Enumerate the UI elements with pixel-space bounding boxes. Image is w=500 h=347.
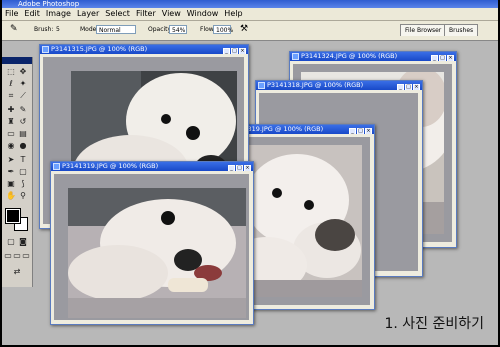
move-tool-icon[interactable]: ✥: [18, 67, 28, 76]
crop-tool-icon[interactable]: ⌗: [6, 91, 16, 100]
foreground-color-swatch[interactable]: [5, 208, 21, 224]
opacity-field[interactable]: 54%: [169, 25, 187, 34]
options-bar: ✎ Brush: 5 Mode: Normal Opacity: 54% Flo…: [2, 21, 498, 41]
toolbox-title-bar: [2, 57, 32, 64]
stamp-tool-icon[interactable]: ♜: [6, 117, 16, 126]
menu-select[interactable]: Select: [102, 8, 133, 20]
notes-tool-icon[interactable]: ▣: [6, 179, 16, 188]
zoom-tool-icon[interactable]: ⚲: [18, 191, 28, 200]
close-icon[interactable]: ×: [447, 55, 454, 61]
maximize-icon[interactable]: □: [439, 55, 446, 61]
close-icon[interactable]: ×: [413, 84, 420, 90]
document-icon: [42, 46, 49, 53]
menu-file[interactable]: File: [2, 8, 21, 20]
minimize-icon[interactable]: _: [431, 55, 438, 61]
document-window-5[interactable]: P3141319.JPG @ 100% (RGB) _ □ ×: [50, 161, 254, 325]
tab-file-browser[interactable]: File Browser: [400, 24, 447, 36]
document-icon: [53, 163, 60, 170]
screen-mode-2-icon[interactable]: ▭: [13, 251, 21, 260]
imageready-icon[interactable]: ⇄: [12, 267, 22, 276]
quickmask-mode-icon[interactable]: ◙: [18, 237, 28, 246]
minimize-icon[interactable]: _: [228, 165, 235, 171]
app-title-bar: Adobe Photoshop: [2, 0, 498, 8]
marquee-tool-icon[interactable]: ⬚: [6, 67, 16, 76]
minimize-icon[interactable]: _: [349, 128, 356, 134]
tutorial-caption: 1. 사진 준비하기: [384, 316, 484, 332]
menu-view[interactable]: View: [159, 8, 184, 20]
shape-tool-icon[interactable]: ▢: [18, 167, 28, 176]
window-title-bar[interactable]: P3141315.JPG @ 100% (RGB) _ □ ×: [40, 45, 248, 54]
maximize-icon[interactable]: □: [231, 48, 238, 54]
menu-image[interactable]: Image: [43, 8, 74, 20]
magic-wand-icon[interactable]: ✦: [18, 79, 28, 88]
history-brush-icon[interactable]: ↺: [18, 117, 28, 126]
gradient-tool-icon[interactable]: ▤: [18, 129, 28, 138]
dodge-tool-icon[interactable]: ●: [18, 141, 28, 150]
close-icon[interactable]: ×: [365, 128, 372, 134]
menu-layer[interactable]: Layer: [74, 8, 102, 20]
close-icon[interactable]: ×: [239, 48, 246, 54]
hand-tool-icon[interactable]: ✋: [6, 191, 16, 200]
window-title: P3141319.JPG @ 100% (RGB): [62, 162, 159, 170]
slice-tool-icon[interactable]: ⟋: [18, 91, 28, 100]
maximize-icon[interactable]: □: [405, 84, 412, 90]
mode-select[interactable]: Normal: [96, 25, 136, 34]
maximize-icon[interactable]: □: [236, 165, 243, 171]
tab-brushes[interactable]: Brushes: [444, 24, 479, 36]
maximize-icon[interactable]: □: [357, 128, 364, 134]
lasso-tool-icon[interactable]: ℓ: [6, 79, 16, 88]
toolbox: ⬚ ✥ ℓ ✦ ⌗ ⟋ ✚ ✎ ♜ ↺ ▭ ▤ ◉ ● ➤ T ✒ ▢ ▣ ⟆ …: [2, 57, 33, 287]
app-title: Adobe Photoshop: [18, 0, 80, 8]
menu-help[interactable]: Help: [221, 8, 245, 20]
path-select-icon[interactable]: ➤: [6, 155, 16, 164]
eyedropper-icon[interactable]: ⟆: [18, 179, 28, 188]
airbrush-icon[interactable]: ⚒: [240, 24, 248, 34]
brush-tool-icon[interactable]: ✎: [10, 24, 18, 34]
minimize-icon[interactable]: _: [223, 48, 230, 54]
window-title: P3141324.JPG @ 100% (RGB): [301, 52, 398, 60]
window-title-bar[interactable]: P3141318.JPG @ 100% (RGB) _ □ ×: [256, 81, 422, 90]
close-icon[interactable]: ×: [244, 165, 251, 171]
menu-filter[interactable]: Filter: [133, 8, 159, 20]
blur-tool-icon[interactable]: ◉: [6, 141, 16, 150]
eraser-tool-icon[interactable]: ▭: [6, 129, 16, 138]
dog-photo: [68, 188, 246, 318]
window-title: P3141318.JPG @ 100% (RGB): [267, 81, 364, 89]
screen-mode-3-icon[interactable]: ▭: [22, 251, 30, 260]
image-canvas[interactable]: [54, 174, 249, 320]
menu-window[interactable]: Window: [184, 8, 222, 20]
screen-mode-1-icon[interactable]: ▭: [4, 251, 12, 260]
window-title-bar[interactable]: P3141319.JPG @ 100% (RGB) _ □ ×: [51, 162, 253, 171]
brush-tool-icon-2[interactable]: ✎: [18, 105, 28, 114]
document-icon: [258, 82, 265, 89]
photoshop-workspace: Adobe Photoshop File Edit Image Layer Select…: [2, 0, 498, 345]
palette-well: File Browser Brushes: [400, 24, 496, 37]
healing-tool-icon[interactable]: ✚: [6, 105, 16, 114]
window-title-bar[interactable]: P3141324.JPG @ 100% (RGB) _ □ ×: [290, 52, 456, 61]
pen-tool-icon[interactable]: ✒: [6, 167, 16, 176]
menu-bar: File Edit Image Layer Select Filter View Window…: [2, 8, 498, 21]
brush-size[interactable]: 5: [56, 26, 60, 33]
flow-field[interactable]: 100%: [213, 25, 233, 34]
document-icon: [292, 53, 299, 60]
window-title: P3141315.JPG @ 100% (RGB): [51, 45, 148, 53]
standard-mode-icon[interactable]: ▢: [6, 237, 16, 246]
menu-edit[interactable]: Edit: [21, 8, 43, 20]
minimize-icon[interactable]: _: [397, 84, 404, 90]
type-tool-icon[interactable]: T: [18, 155, 28, 164]
brush-label: Brush:: [34, 26, 54, 33]
